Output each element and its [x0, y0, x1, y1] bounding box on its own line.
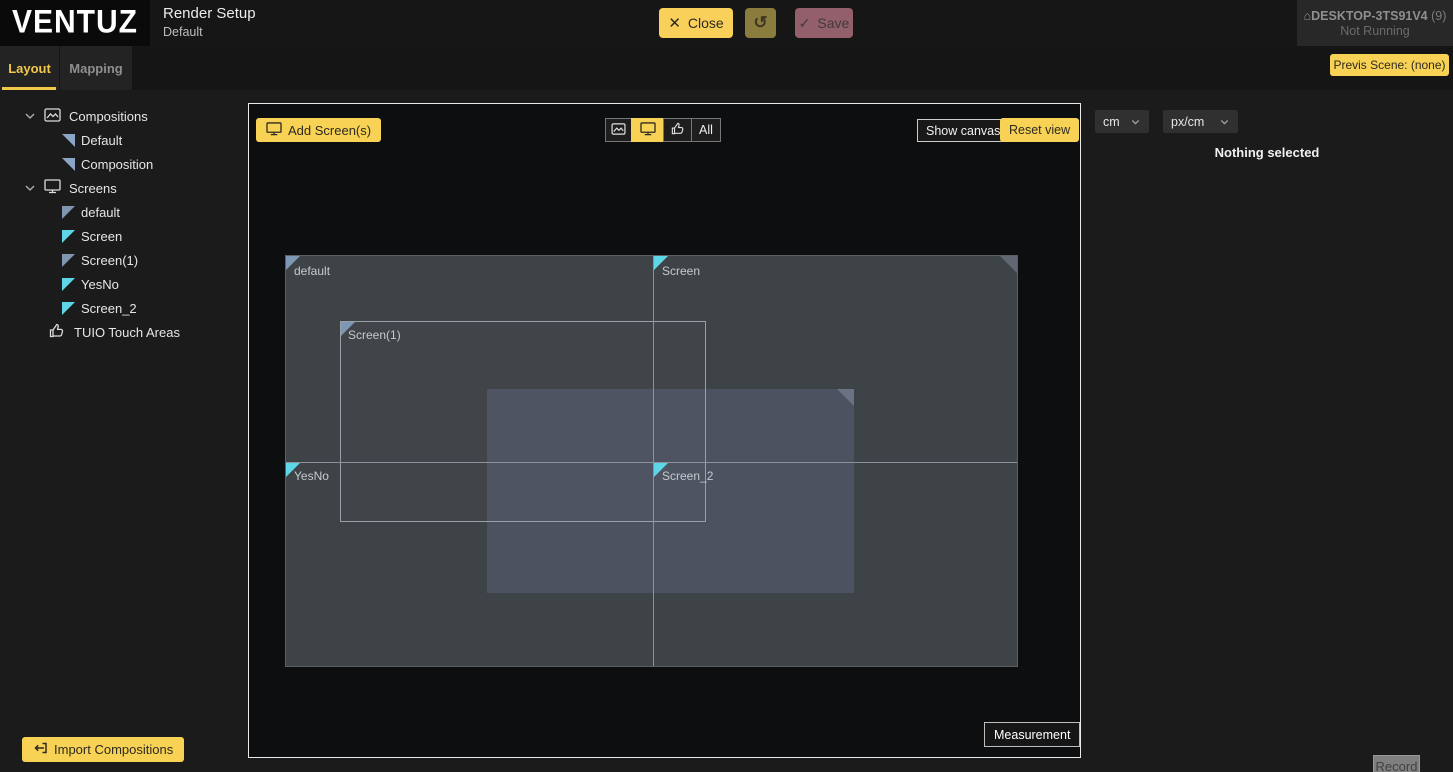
close-button-label: Close: [688, 15, 724, 31]
filter-touch-areas-button[interactable]: [663, 118, 692, 142]
tree-node-screen-screen[interactable]: Screen: [0, 224, 248, 248]
top-bar: VENTUZ Render Setup Default ✕ Close ↺ ✓ …: [0, 0, 1453, 46]
tab-layout[interactable]: Layout: [0, 46, 59, 90]
monitor-icon: [44, 179, 61, 197]
screen-corner-icon: [62, 206, 75, 219]
filter-compositions-button[interactable]: [605, 118, 632, 142]
measurement-button[interactable]: Measurement: [984, 722, 1080, 747]
reset-view-button[interactable]: Reset view: [1000, 118, 1079, 142]
resolution-unit-value: px/cm: [1171, 115, 1204, 129]
reset-view-label: Reset view: [1009, 123, 1070, 137]
tree-node-screen-screen2[interactable]: Screen_2: [0, 296, 248, 320]
tree-label: Screen(1): [81, 253, 138, 268]
record-button[interactable]: Record: [1373, 755, 1420, 772]
monitor-icon: [266, 122, 282, 139]
tree-node-compositions[interactable]: Compositions: [0, 104, 248, 128]
screen-corner-icon: [62, 278, 75, 291]
screens-grid[interactable]: Screen(1) default Screen YesNo Screen_2: [285, 255, 1018, 667]
save-button-label: Save: [817, 15, 849, 31]
tab-mapping[interactable]: Mapping: [60, 46, 132, 90]
selection-status-text: Nothing selected: [1081, 145, 1453, 160]
tree-node-composition-composition[interactable]: Composition: [0, 152, 248, 176]
tree-node-composition-default[interactable]: Default: [0, 128, 248, 152]
screen-label: default: [294, 264, 330, 278]
thumbs-up-icon: [671, 122, 685, 138]
ventuz-logo: VENTUZ: [0, 0, 150, 46]
tab-bar: Layout Mapping Previs Scene: (none): [0, 46, 1453, 90]
machine-status: Not Running: [1340, 24, 1410, 38]
screen-rect-screen1[interactable]: Screen(1): [340, 321, 706, 522]
tree-label: TUIO Touch Areas: [74, 325, 180, 340]
revert-icon: ↺: [753, 13, 767, 33]
tree-node-screen-default[interactable]: default: [0, 200, 248, 224]
picture-icon: [611, 123, 626, 138]
tree-label: Screens: [69, 181, 117, 196]
save-button[interactable]: ✓ Save: [795, 8, 853, 38]
unit-dropdown-value: cm: [1103, 115, 1120, 129]
chevron-down-icon[interactable]: [24, 181, 36, 196]
filter-screens-button[interactable]: [631, 118, 664, 142]
tab-layout-label: Layout: [8, 61, 51, 76]
monitor-icon: [640, 122, 656, 139]
filter-all-button[interactable]: All: [691, 118, 721, 142]
screen-corner-icon: [62, 254, 75, 267]
chevron-down-icon[interactable]: [24, 109, 36, 124]
picture-icon: [44, 108, 61, 125]
tree-node-tuio[interactable]: TUIO Touch Areas: [0, 320, 248, 344]
screen-label: YesNo: [294, 469, 329, 483]
composition-default-corner-icon: [1000, 256, 1017, 273]
tree-node-screens[interactable]: Screens: [0, 176, 248, 200]
page-subtitle: Default: [163, 25, 203, 39]
record-label: Record: [1376, 759, 1418, 772]
screen-corner-icon: [62, 302, 75, 315]
previs-scene-button[interactable]: Previs Scene: (none): [1330, 54, 1449, 76]
show-canvas-label: Show canvas: [926, 124, 1000, 138]
screen-label: Screen: [662, 264, 700, 278]
check-icon: ✓: [799, 15, 811, 32]
active-tab-underline: [2, 87, 56, 90]
resolution-unit-dropdown[interactable]: px/cm: [1163, 110, 1238, 133]
tree-label: default: [81, 205, 120, 220]
import-icon: [33, 741, 48, 758]
tree-node-screen-yesno[interactable]: YesNo: [0, 272, 248, 296]
add-screens-button[interactable]: Add Screen(s): [256, 118, 381, 142]
screen-label: Screen_2: [662, 469, 713, 483]
filter-all-label: All: [699, 123, 713, 137]
screen-corner-icon: [62, 230, 75, 243]
grid-divider-horizontal: [286, 462, 1017, 463]
machine-count: (9): [1431, 9, 1446, 23]
close-button[interactable]: ✕ Close: [659, 8, 733, 38]
sidebar-tree: Compositions Default Composition Screens…: [0, 104, 248, 344]
machine-name: ⌂DESKTOP-3TS91V4 (9): [1304, 9, 1447, 23]
screen-label: Screen(1): [348, 328, 401, 342]
ventuz-logo-text: VENTUZ: [12, 5, 138, 42]
composition-corner-icon: [837, 389, 854, 406]
tab-mapping-label: Mapping: [69, 61, 122, 76]
import-compositions-label: Import Compositions: [54, 742, 173, 757]
tree-label: Default: [81, 133, 122, 148]
grid-divider-vertical: [653, 256, 654, 666]
machine-status-box[interactable]: ⌂DESKTOP-3TS91V4 (9) Not Running: [1297, 0, 1453, 46]
composition-corner-icon: [62, 158, 75, 171]
unit-dropdown[interactable]: cm: [1095, 110, 1149, 133]
show-canvas-button[interactable]: Show canvas: [917, 119, 1009, 142]
composition-corner-icon: [62, 134, 75, 147]
chevron-down-icon: [1219, 118, 1230, 126]
tree-label: Screen_2: [81, 301, 137, 316]
close-icon: ✕: [668, 14, 681, 32]
tree-label: Composition: [81, 157, 153, 172]
chevron-down-icon: [1130, 118, 1141, 126]
thumbs-up-icon: [49, 323, 65, 341]
tree-node-screen-screen1[interactable]: Screen(1): [0, 248, 248, 272]
measurement-label: Measurement: [994, 728, 1070, 742]
display-filter-group: All: [606, 118, 721, 142]
tree-label: YesNo: [81, 277, 119, 292]
import-compositions-button[interactable]: Import Compositions: [22, 737, 184, 762]
revert-button[interactable]: ↺: [745, 8, 776, 38]
tree-label: Compositions: [69, 109, 148, 124]
add-screens-label: Add Screen(s): [288, 123, 371, 138]
page-title: Render Setup: [163, 5, 256, 22]
previs-scene-label: Previs Scene: (none): [1333, 58, 1445, 72]
tree-label: Screen: [81, 229, 122, 244]
